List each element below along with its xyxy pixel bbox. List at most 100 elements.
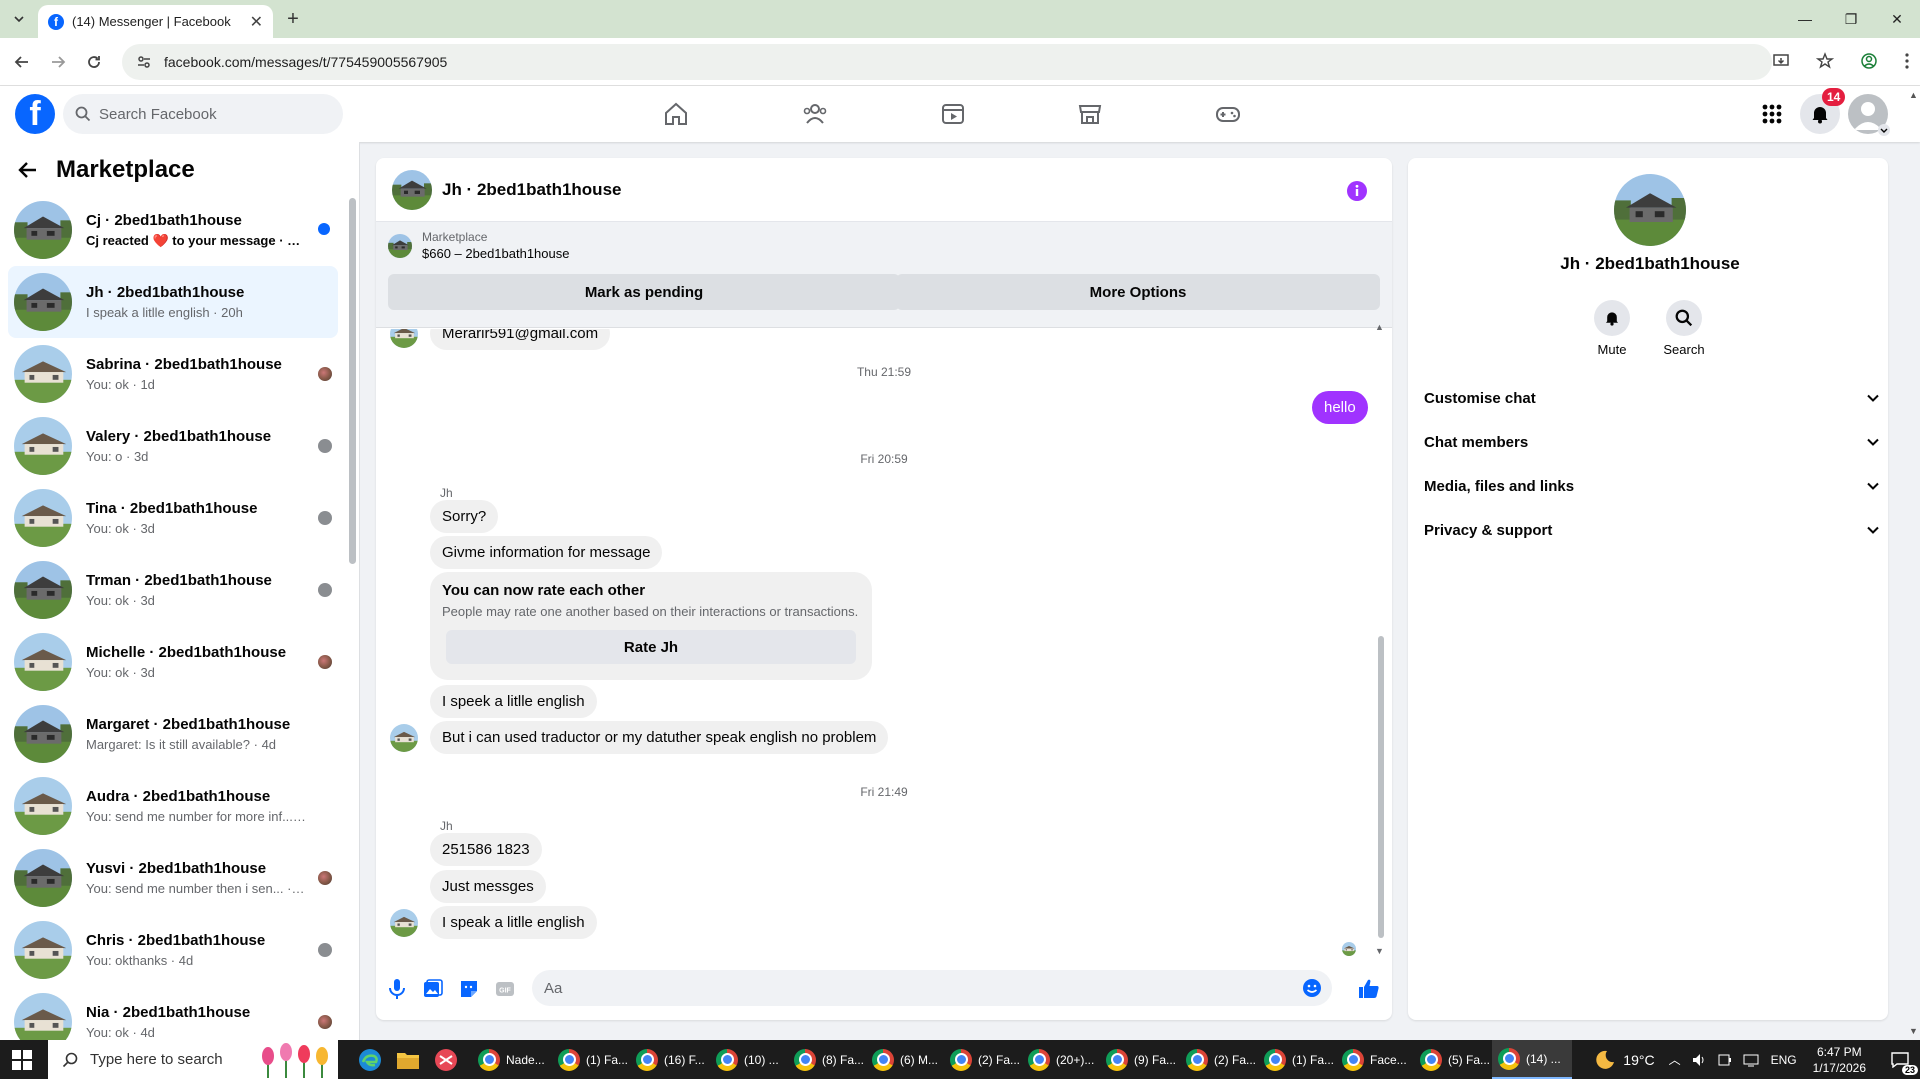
weather-temp[interactable]: 19°C bbox=[1623, 1052, 1654, 1068]
new-tab-icon[interactable]: + bbox=[282, 8, 304, 30]
chat-avatar[interactable] bbox=[392, 170, 432, 210]
chrome-window-3[interactable]: (16) F... bbox=[630, 1040, 705, 1079]
action-center-icon[interactable]: 23 bbox=[1880, 1040, 1920, 1079]
conversation-item[interactable]: Trman · 2bed1bath1house You: ok · 3d bbox=[8, 554, 338, 626]
chat-title[interactable]: Jh · 2bed1bath1house bbox=[442, 180, 621, 200]
message-bubble[interactable]: Just messges bbox=[430, 870, 546, 903]
profile-icon[interactable] bbox=[1860, 52, 1878, 70]
message-input-box[interactable] bbox=[532, 970, 1332, 1006]
page-scroll-down-icon[interactable]: ▼ bbox=[1909, 1026, 1918, 1036]
browser-tab-messenger[interactable]: f (14) Messenger | Facebook ✕ bbox=[38, 5, 273, 38]
bookmark-star-icon[interactable] bbox=[1816, 52, 1834, 70]
sticker-icon[interactable] bbox=[458, 978, 480, 1000]
battery-icon[interactable] bbox=[1717, 1052, 1733, 1068]
chrome-window-2[interactable]: (1) Fa... bbox=[552, 1040, 628, 1079]
conversation-item[interactable]: Nia · 2bed1bath1house You: ok · 4d bbox=[8, 986, 338, 1040]
close-window-icon[interactable]: ✕ bbox=[1874, 8, 1920, 30]
chrome-window-1[interactable]: Nade... bbox=[472, 1040, 545, 1079]
chat-members-section[interactable]: Chat members bbox=[1424, 424, 1880, 460]
search-action[interactable]: Search bbox=[1654, 300, 1714, 357]
gaming-nav-icon[interactable] bbox=[1208, 94, 1248, 134]
attach-photo-icon[interactable] bbox=[422, 978, 444, 1000]
chrome-window-14-active[interactable]: (14) ... bbox=[1492, 1040, 1572, 1079]
profile-avatar[interactable] bbox=[1614, 174, 1686, 246]
install-app-icon[interactable] bbox=[1772, 52, 1790, 70]
chrome-window-5[interactable]: (8) Fa... bbox=[788, 1040, 864, 1079]
site-info-icon[interactable] bbox=[136, 54, 152, 70]
minimize-icon[interactable]: — bbox=[1782, 8, 1828, 30]
message-bubble[interactable]: I speek a litlle english bbox=[430, 685, 597, 718]
search-conversation-icon[interactable] bbox=[1666, 300, 1702, 336]
rate-user-button[interactable]: Rate Jh bbox=[446, 630, 856, 664]
outgoing-message[interactable]: hello bbox=[1312, 391, 1368, 424]
forward-icon[interactable] bbox=[48, 52, 68, 72]
chrome-window-11[interactable]: (1) Fa... bbox=[1258, 1040, 1334, 1079]
close-tab-icon[interactable]: ✕ bbox=[250, 12, 263, 32]
facebook-search[interactable] bbox=[63, 94, 343, 134]
chrome-window-13[interactable]: (5) Fa... bbox=[1414, 1040, 1490, 1079]
volume-icon[interactable] bbox=[1691, 1052, 1707, 1068]
conversation-item[interactable]: Margaret · 2bed1bath1house Margaret: Is i… bbox=[8, 698, 338, 770]
address-bar[interactable]: facebook.com/messages/t/775459005567905 bbox=[122, 44, 1772, 80]
chrome-window-4[interactable]: (10) ... bbox=[710, 1040, 779, 1079]
weather-icon[interactable] bbox=[1593, 1048, 1617, 1072]
message-bubble[interactable]: Merarir591@gmail.com bbox=[430, 329, 611, 350]
conversation-item[interactable]: Yusvi · 2bed1bath1house You: send me numb… bbox=[8, 842, 338, 914]
facebook-search-input[interactable] bbox=[99, 105, 319, 123]
media-files-links-section[interactable]: Media, files and links bbox=[1424, 468, 1880, 504]
more-options-button[interactable]: More Options bbox=[896, 274, 1380, 310]
conversation-item[interactable]: Audra · 2bed1bath1house You: send me numb… bbox=[8, 770, 338, 842]
friends-nav-icon[interactable] bbox=[795, 94, 835, 134]
conversation-item[interactable]: Sabrina · 2bed1bath1house You: ok · 1d bbox=[8, 338, 338, 410]
conversation-item[interactable]: Tina · 2bed1bath1house You: ok · 3d bbox=[8, 482, 338, 554]
page-scroll-up-icon[interactable]: ▲ bbox=[1909, 90, 1918, 100]
conversation-item[interactable]: Valery · 2bed1bath1house You: o · 3d bbox=[8, 410, 338, 482]
message-bubble[interactable]: But i can used traductor or my datuther … bbox=[430, 721, 889, 754]
restore-icon[interactable]: ❐ bbox=[1828, 8, 1874, 30]
home-nav-icon[interactable] bbox=[656, 94, 696, 134]
thumbs-up-like-icon[interactable] bbox=[1358, 978, 1380, 1000]
taskbar-search[interactable]: Type here to search bbox=[48, 1040, 338, 1079]
clock[interactable]: 6:47 PM 1/17/2026 bbox=[1813, 1044, 1866, 1076]
message-bubble[interactable]: 251586 1823 bbox=[430, 833, 542, 866]
snipping-tool-taskbar-icon[interactable] bbox=[428, 1040, 458, 1079]
facebook-logo-icon[interactable]: f bbox=[15, 94, 55, 134]
chrome-window-12[interactable]: Face... bbox=[1336, 1040, 1407, 1079]
edge-taskbar-icon[interactable] bbox=[352, 1040, 382, 1079]
chat-scrollbar[interactable] bbox=[1378, 636, 1384, 938]
tab-search-menu-icon[interactable] bbox=[8, 8, 30, 30]
account-dropdown-chevron-icon[interactable] bbox=[1878, 124, 1890, 136]
network-icon[interactable] bbox=[1743, 1052, 1759, 1068]
tray-chevron-up-icon[interactable]: ︿ bbox=[1669, 1051, 1681, 1068]
message-input[interactable] bbox=[544, 979, 1284, 997]
message-bubble[interactable]: I speak a litlle english bbox=[430, 906, 597, 939]
mute-action[interactable]: Mute bbox=[1582, 300, 1642, 357]
video-nav-icon[interactable] bbox=[933, 94, 973, 134]
back-arrow-icon[interactable] bbox=[18, 160, 38, 180]
page-scrollbar[interactable]: ▲ ▼ bbox=[1906, 86, 1920, 1040]
reload-icon[interactable] bbox=[84, 52, 104, 72]
scroll-up-arrow-icon[interactable]: ▲ bbox=[1375, 322, 1384, 332]
conversation-item-active[interactable]: Jh · 2bed1bath1house I speak a litlle eng… bbox=[8, 266, 338, 338]
message-bubble[interactable]: Givme information for message bbox=[430, 536, 663, 569]
file-explorer-taskbar-icon[interactable] bbox=[390, 1040, 420, 1079]
conversation-item[interactable]: Michelle · 2bed1bath1house You: ok · 3d bbox=[8, 626, 338, 698]
emoji-icon[interactable] bbox=[1302, 978, 1322, 998]
scroll-down-arrow-icon[interactable]: ▼ bbox=[1375, 946, 1384, 956]
message-bubble[interactable]: Sorry? bbox=[430, 500, 499, 533]
conversation-info-icon[interactable] bbox=[1346, 180, 1368, 202]
marketplace-nav-icon[interactable] bbox=[1070, 94, 1110, 134]
mute-bell-icon[interactable] bbox=[1594, 300, 1630, 336]
windows-start-icon[interactable] bbox=[12, 1050, 32, 1070]
chrome-window-9[interactable]: (9) Fa... bbox=[1100, 1040, 1176, 1079]
language-indicator[interactable]: ENG bbox=[1771, 1053, 1797, 1067]
chrome-window-10[interactable]: (2) Fa... bbox=[1180, 1040, 1256, 1079]
back-icon[interactable] bbox=[12, 52, 32, 72]
listing-summary[interactable]: Marketplace $660 – 2bed1bath1house bbox=[388, 230, 569, 261]
customise-chat-section[interactable]: Customise chat bbox=[1424, 380, 1880, 416]
menu-grid-icon[interactable] bbox=[1752, 94, 1792, 134]
chrome-window-6[interactable]: (6) M... bbox=[866, 1040, 938, 1079]
conversation-item[interactable]: Cj · 2bed1bath1house Cj reacted ❤️ to you… bbox=[8, 194, 338, 266]
privacy-support-section[interactable]: Privacy & support bbox=[1424, 512, 1880, 548]
chrome-window-8[interactable]: (20+)... bbox=[1022, 1040, 1094, 1079]
